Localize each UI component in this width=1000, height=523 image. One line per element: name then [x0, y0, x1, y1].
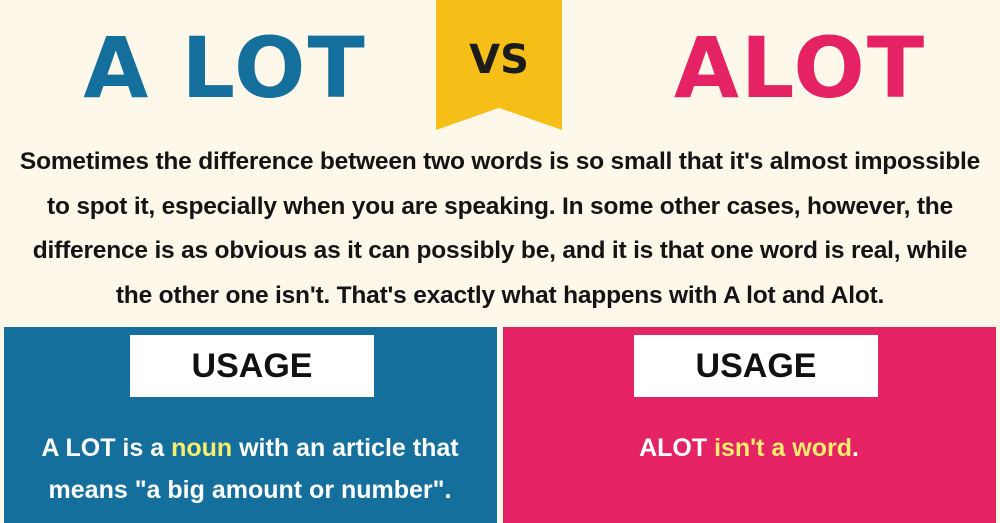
a-lot-usage-panel: USAGE A LOT is a noun with an article th…	[4, 327, 497, 523]
intro-line: the other one isn't. That's exactly what…	[115, 281, 885, 309]
usage-text: ALOT	[639, 434, 715, 462]
intro-line: Sometimes the difference between two wor…	[19, 148, 981, 175]
usage-text: with an article that	[232, 434, 459, 462]
usage-heading: USAGE	[130, 335, 374, 397]
usage-text: A LOT is a	[41, 434, 172, 462]
vs-label: VS	[469, 37, 529, 83]
usage-text: .	[851, 434, 859, 462]
a-lot-usage-text: A LOT is a noun with an article that mea…	[20, 427, 480, 511]
intro-line: to spot it, especially when you are spea…	[47, 192, 953, 220]
noun-highlight: noun	[171, 434, 233, 462]
alot-usage-text: ALOT isn't a word.	[519, 427, 979, 469]
usage-line: ALOT isn't a word.	[519, 427, 979, 469]
usage-line: A LOT is a noun with an article that	[20, 427, 480, 469]
usage-line: means "a big amount or number".	[48, 476, 452, 504]
infographic-page: A LOT VS ALOT Sometimes the difference b…	[0, 0, 1000, 523]
title-a-lot: A LOT	[83, 19, 367, 117]
not-a-word-highlight: isn't a word	[714, 434, 852, 462]
usage-heading: USAGE	[634, 335, 878, 397]
intro-line: difference is as obvious as it can possi…	[32, 237, 968, 264]
vs-ribbon: VS	[436, 0, 562, 130]
intro-paragraph: Sometimes the difference between two wor…	[6, 140, 994, 318]
title-alot: ALOT	[673, 19, 927, 117]
alot-usage-panel: USAGE ALOT isn't a word.	[503, 327, 996, 523]
